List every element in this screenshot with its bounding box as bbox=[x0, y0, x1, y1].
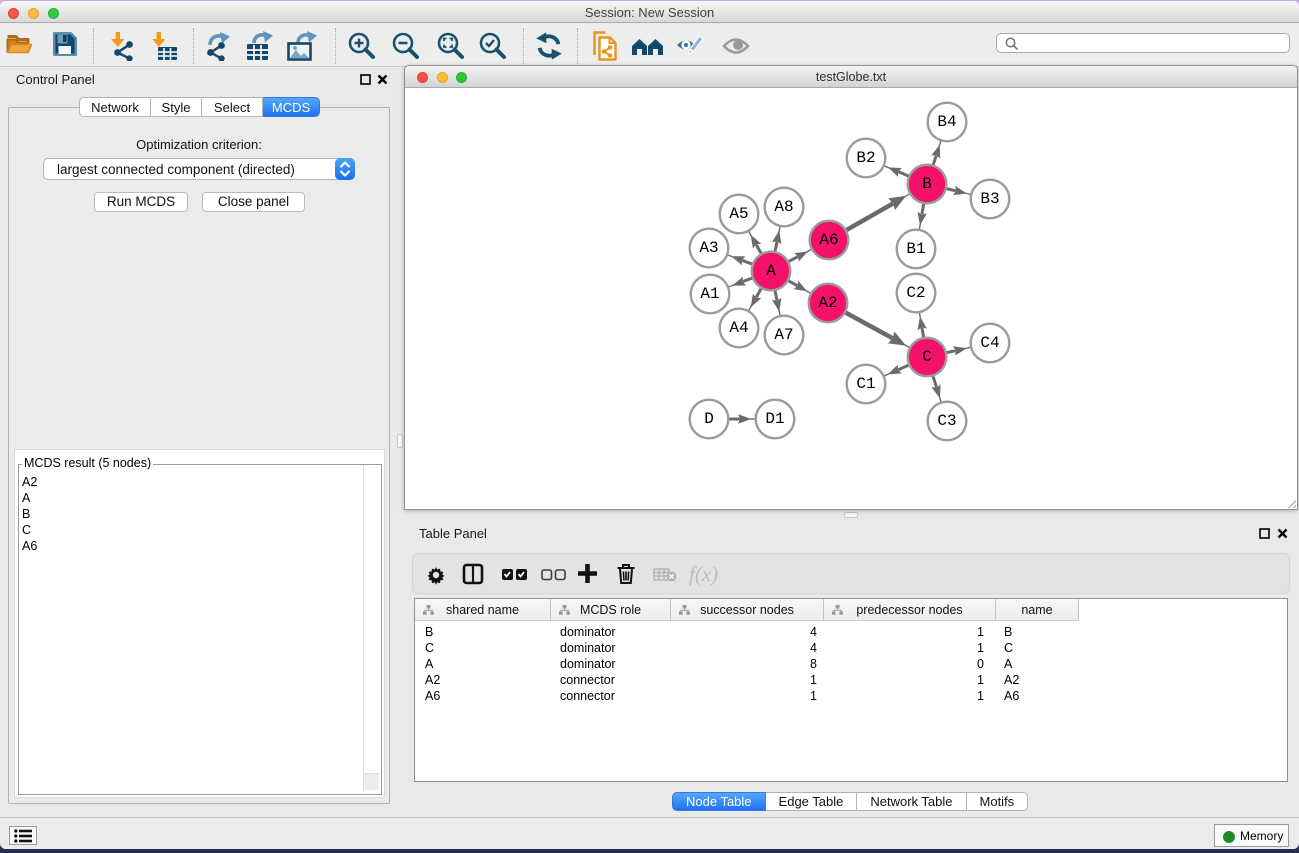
svg-text:C3: C3 bbox=[937, 412, 956, 430]
svg-text:C: C bbox=[922, 348, 932, 366]
svg-text:A: A bbox=[766, 262, 776, 280]
svg-text:A7: A7 bbox=[774, 326, 793, 344]
svg-text:A4: A4 bbox=[729, 319, 748, 337]
svg-text:A3: A3 bbox=[699, 239, 718, 257]
svg-text:B1: B1 bbox=[906, 240, 925, 258]
svg-text:A2: A2 bbox=[818, 294, 837, 312]
svg-text:B4: B4 bbox=[937, 113, 956, 131]
svg-text:C4: C4 bbox=[980, 334, 999, 352]
svg-text:A5: A5 bbox=[729, 205, 748, 223]
svg-text:D: D bbox=[704, 410, 714, 428]
svg-text:B3: B3 bbox=[980, 190, 999, 208]
svg-text:A1: A1 bbox=[700, 285, 719, 303]
svg-text:C2: C2 bbox=[906, 284, 925, 302]
svg-text:D1: D1 bbox=[765, 410, 784, 428]
svg-text:B: B bbox=[922, 175, 932, 193]
svg-text:A6: A6 bbox=[819, 231, 838, 249]
svg-text:A8: A8 bbox=[774, 198, 793, 216]
svg-text:B2: B2 bbox=[856, 149, 875, 167]
svg-text:C1: C1 bbox=[856, 375, 875, 393]
